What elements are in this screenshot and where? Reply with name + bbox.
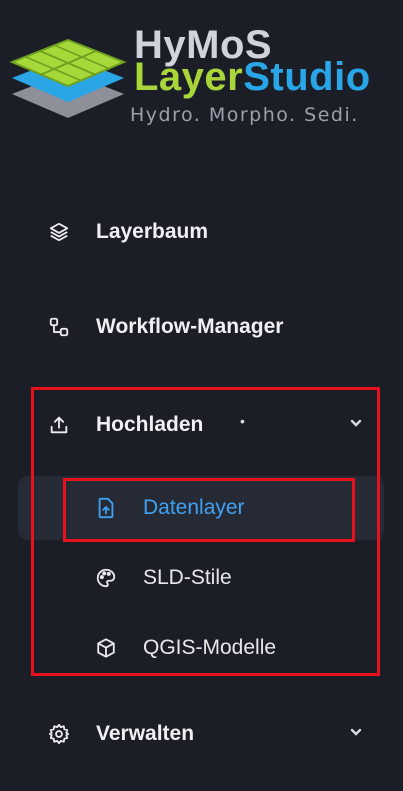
logo-title-studio: Studio [243, 55, 371, 99]
logo-layers-icon [9, 38, 127, 118]
nav-item-layerbaum[interactable]: Layerbaum [0, 212, 403, 252]
layers-icon [48, 221, 70, 243]
nav-item-verwalten[interactable]: Verwalten [0, 714, 403, 754]
nav-label-verwalten: Verwalten [96, 722, 195, 745]
nav-label-layerbaum: Layerbaum [96, 220, 209, 243]
app-logo: HyMoS LayerStudio Hydro. Morpho. Sedi. [6, 20, 386, 130]
logo-title-layer: Layer [134, 55, 244, 99]
highlight-box-datenlayer [63, 478, 355, 542]
logo-title: HyMoS LayerStudio [134, 25, 371, 99]
nav-label-workflow-manager: Workflow-Manager [96, 315, 284, 338]
nav-item-workflow-manager[interactable]: Workflow-Manager [0, 307, 403, 347]
chevron-down-icon[interactable] [349, 725, 363, 744]
workflow-icon [48, 316, 70, 338]
logo-tagline: Hydro. Morpho. Sedi. [130, 104, 359, 126]
gear-icon [48, 723, 70, 745]
